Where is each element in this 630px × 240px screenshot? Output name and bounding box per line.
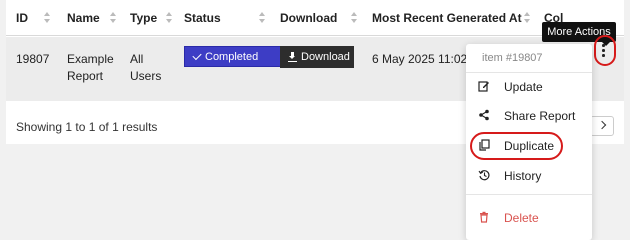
menu-item-label: History	[504, 169, 542, 183]
highlight-ring	[594, 35, 616, 66]
cell-name: Example Report	[67, 51, 114, 85]
cell-type-line: Users	[130, 69, 162, 83]
sort-icon[interactable]	[166, 12, 173, 24]
menu-item-label: Delete	[504, 211, 539, 225]
cell-id: 19807	[16, 52, 50, 66]
check-icon	[192, 50, 202, 61]
menu-header: item #19807	[482, 52, 543, 64]
menu-item-label: Share Report	[504, 109, 576, 123]
share-icon	[479, 109, 489, 121]
column-header-status[interactable]: Status	[184, 0, 221, 36]
history-icon	[478, 170, 490, 181]
table-header: ID Name Type Status Download Most Recent…	[6, 0, 624, 36]
menu-item-share-report[interactable]: Share Report	[466, 104, 592, 128]
column-header-generated-at[interactable]: Most Recent Generated At	[372, 0, 522, 36]
edit-icon	[478, 81, 489, 92]
download-label: Download	[301, 51, 350, 63]
menu-item-update[interactable]: Update	[466, 75, 592, 99]
menu-divider	[466, 194, 592, 195]
trash-icon	[480, 211, 488, 223]
menu-item-label: Update	[504, 80, 543, 94]
sort-icon[interactable]	[110, 12, 117, 24]
sort-icon[interactable]	[524, 12, 531, 24]
cell-name-line: Example	[67, 52, 114, 66]
status-label: Completed	[205, 51, 259, 63]
download-icon	[288, 52, 297, 62]
cell-type: All Users	[130, 51, 161, 85]
pagination-next-button[interactable]	[590, 116, 614, 136]
menu-item-history[interactable]: History	[466, 164, 592, 188]
sort-icon[interactable]	[351, 12, 358, 24]
column-header-type[interactable]: Type	[130, 0, 157, 36]
cell-generated-at: 6 May 2025 11:02	[372, 52, 468, 66]
menu-divider	[466, 72, 592, 73]
column-header-download: Download	[280, 11, 338, 25]
pagination-summary: Showing 1 to 1 of 1 results	[16, 120, 158, 134]
status-badge: Completed	[184, 46, 288, 67]
sort-icon[interactable]	[259, 12, 266, 24]
column-header-id[interactable]: ID	[16, 0, 28, 36]
sort-icon[interactable]	[44, 12, 51, 24]
cell-name-line: Report	[67, 69, 104, 83]
column-header-name[interactable]: Name	[67, 0, 100, 36]
chevron-right-icon	[597, 120, 607, 130]
cell-type-line: All	[130, 52, 144, 66]
download-button[interactable]: Download	[280, 46, 354, 68]
menu-item-delete[interactable]: Delete	[466, 206, 592, 230]
highlight-ring	[470, 132, 563, 160]
